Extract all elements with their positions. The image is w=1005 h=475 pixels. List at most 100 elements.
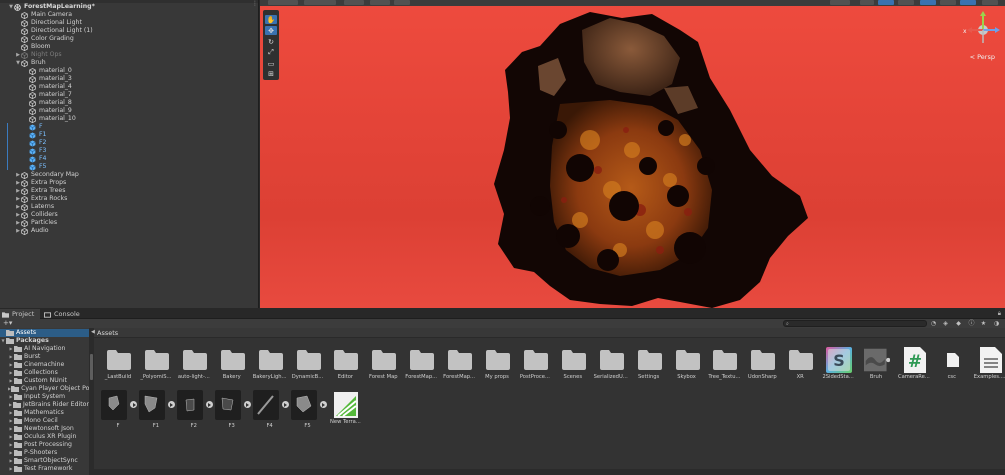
asset-item[interactable]: csc — [933, 346, 971, 390]
hierarchy-item[interactable]: ▶ Particles — [15, 219, 57, 227]
folder-tree-item[interactable]: ▶ AI Navigation — [0, 345, 89, 353]
asset-item[interactable]: Tree_Textu... — [705, 346, 743, 390]
asset-item[interactable]: Scenes — [554, 346, 592, 390]
breadcrumb-assets[interactable]: Assets — [97, 329, 118, 337]
asset-item[interactable]: SerializedU... — [592, 346, 630, 390]
asset-item[interactable]: ForestMap... — [440, 346, 478, 390]
folder-tree-item[interactable]: ▶ Newtonsoft Json — [0, 425, 89, 433]
asset-item[interactable]: _PolyomiS... — [137, 346, 175, 390]
asset-item[interactable]: F2 — [175, 390, 213, 435]
hierarchy-item[interactable]: ▶ Night Ops — [15, 51, 62, 59]
hierarchy-item[interactable]: material_10 — [23, 115, 76, 123]
rect-tool-icon[interactable]: ▭ — [265, 59, 277, 68]
hierarchy-item[interactable]: ▶ Extra Rocks — [15, 195, 67, 203]
hierarchy-item[interactable]: ▶ Secondary Map — [15, 171, 79, 179]
folder-tree-item[interactable]: ▼ Packages — [0, 337, 89, 345]
hierarchy-menu-icon[interactable]: ⋮ — [252, 1, 258, 10]
lock-icon[interactable]: 🔒︎ — [998, 310, 1001, 318]
rotate-tool-icon[interactable]: ↻ — [265, 37, 277, 46]
search-input[interactable]: ⌕ — [783, 320, 927, 327]
filter-type-icon[interactable]: ◈ — [942, 320, 949, 327]
asset-item[interactable]: BakeryLigh... — [251, 346, 289, 390]
asset-item[interactable]: PostProce... — [516, 346, 554, 390]
move-tool-icon[interactable]: ✥ — [265, 26, 277, 35]
asset-item[interactable]: F1 — [137, 390, 175, 435]
scale-tool-icon[interactable]: ⤢ — [265, 48, 277, 57]
folder-tree-item[interactable]: ▶ SmartObjectSync — [0, 457, 89, 465]
hierarchy-item[interactable]: ▼ Bruh — [15, 59, 46, 67]
hierarchy-item[interactable]: material_8 — [23, 99, 72, 107]
asset-item[interactable]: Forest Map — [364, 346, 402, 390]
hidden-packages-icon[interactable]: ◑ — [993, 320, 1000, 327]
asset-item[interactable]: F — [99, 390, 137, 435]
hierarchy-item[interactable]: material_4 — [23, 83, 72, 91]
hierarchy-item[interactable]: Directional Light (1) — [15, 27, 93, 35]
asset-item[interactable]: F5 — [289, 390, 327, 435]
asset-item[interactable]: # CameraRe... — [895, 346, 933, 390]
transform-tool-icon[interactable]: ⊞ — [265, 69, 277, 78]
hierarchy-item[interactable]: F2 — [23, 139, 47, 147]
hierarchy-item[interactable]: material_7 — [23, 91, 72, 99]
folder-tree-item[interactable]: ▶ Oculus XR Plugin — [0, 433, 89, 441]
hierarchy-item[interactable]: F5 — [23, 163, 47, 171]
folder-tree-scroll-thumb[interactable] — [90, 354, 93, 380]
folder-tree-item[interactable]: ▶ Cinemachine — [0, 361, 89, 369]
tab-console[interactable]: Console — [42, 309, 82, 319]
hierarchy-item[interactable]: Main Camera — [15, 11, 72, 19]
scene-view[interactable]: ✋ ✥ ↻ ⤢ ▭ ⊞ x < Persp — [260, 0, 1005, 308]
folder-tree-item[interactable]: ▶ Cyan Player Object Pool — [0, 385, 90, 393]
folder-tree-item[interactable]: ▶ Input System — [0, 393, 89, 401]
folder-tree-item[interactable]: ▶ Collections — [0, 369, 89, 377]
asset-item[interactable]: My props — [478, 346, 516, 390]
asset-item[interactable]: Bruh — [857, 346, 895, 390]
hierarchy-item[interactable]: F1 — [23, 131, 47, 139]
hierarchy-item[interactable]: material_0 — [23, 67, 72, 75]
assets-scrollbar[interactable] — [94, 469, 1005, 475]
asset-item[interactable]: F4 — [251, 390, 289, 435]
folder-tree-item[interactable]: Assets — [0, 329, 89, 337]
asset-item[interactable]: ForestMap... — [402, 346, 440, 390]
hierarchy-item[interactable]: ▶ Audio — [15, 227, 49, 235]
favorite-star-icon[interactable]: ★ — [980, 320, 987, 327]
folder-tree-item[interactable]: ▶ Custom NUnit — [0, 377, 89, 385]
asset-item[interactable]: UdonSharp — [743, 346, 781, 390]
perspective-label[interactable]: < Persp — [970, 53, 995, 61]
hierarchy-item[interactable]: F3 — [23, 147, 47, 155]
hierarchy-item[interactable]: ▶ Extra Trees — [15, 187, 65, 195]
hierarchy-item[interactable]: F — [23, 123, 43, 131]
hand-tool-icon[interactable]: ✋ — [265, 15, 277, 24]
asset-item[interactable]: Editor — [326, 346, 364, 390]
folder-tree-item[interactable]: ▶ P-Shooters — [0, 449, 89, 457]
asset-item[interactable]: Skybox — [668, 346, 706, 390]
search-history-icon[interactable]: ◔ — [930, 320, 937, 327]
folder-tree-item[interactable]: ▶ Burst — [0, 353, 89, 361]
hierarchy-item[interactable]: ▶ Colliders — [15, 211, 58, 219]
hierarchy-scene-root[interactable]: ▼ ForestMapLearning* — [8, 3, 95, 11]
asset-item[interactable]: auto-light-... — [175, 346, 213, 390]
asset-item[interactable]: New Terra... — [326, 391, 364, 435]
asset-item[interactable]: Settings — [630, 346, 668, 390]
collapse-arrow-icon[interactable]: ◀ — [91, 329, 95, 335]
hierarchy-item[interactable]: Directional Light — [15, 19, 82, 27]
asset-item[interactable]: _LastBuild — [99, 346, 137, 390]
asset-item[interactable]: Bakery — [213, 346, 251, 390]
folder-tree-item[interactable]: ▶ JetBrains Rider Editor — [0, 401, 89, 409]
asset-item[interactable]: DynamicB... — [289, 346, 327, 390]
hierarchy-item[interactable]: material_3 — [23, 75, 72, 83]
filter-label-icon[interactable]: ◆ — [955, 320, 962, 327]
create-menu-icon[interactable]: +▾ — [3, 320, 12, 327]
folder-tree-item[interactable]: ▶ Test Framework — [0, 465, 89, 473]
tab-project[interactable]: Project — [0, 309, 40, 319]
hierarchy-item[interactable]: Bloom — [15, 43, 51, 51]
asset-item[interactable]: Examples.... — [971, 346, 1005, 390]
folder-tree-item[interactable]: ▶ Post Processing — [0, 441, 89, 449]
orientation-gizmo-icon[interactable]: x — [963, 10, 1001, 50]
hierarchy-item[interactable]: ▶ Laterns — [15, 203, 54, 211]
folder-tree-item[interactable]: ▶ Mono Cecil — [0, 417, 89, 425]
hierarchy-item[interactable]: F4 — [23, 155, 47, 163]
asset-item[interactable]: S 2SidedSta... — [819, 346, 857, 390]
hierarchy-item[interactable]: ▶ Extra Props — [15, 179, 66, 187]
hierarchy-item[interactable]: material_9 — [23, 107, 72, 115]
asset-item[interactable]: F3 — [213, 390, 251, 435]
folder-tree-item[interactable]: ▶ Mathematics — [0, 409, 89, 417]
